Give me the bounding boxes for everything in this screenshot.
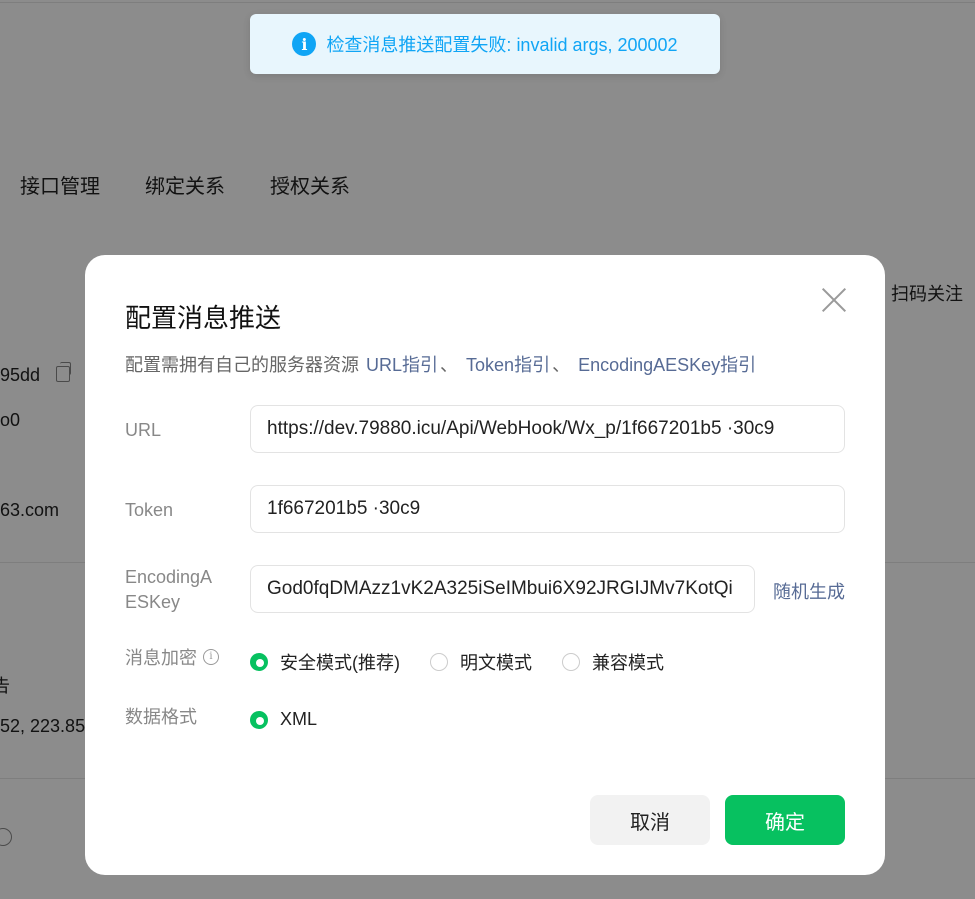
info-icon: i: [292, 32, 317, 56]
encryption-label-text: 消息加密: [125, 648, 197, 668]
radio-label: XML: [280, 709, 318, 729]
url-guide-link[interactable]: URL指引: [366, 355, 438, 375]
aes-key-input[interactable]: God0fqDMAzz1vK2A325iSeIMbui6X92JRGIJMv7K…: [250, 565, 755, 613]
encryption-radio-group: 安全模式(推荐) 明文模式 兼容模式: [250, 649, 694, 675]
dialog-title: 配置消息推送: [125, 303, 282, 333]
radio-unchecked-icon: [562, 653, 580, 671]
dialog-description: 配置需拥有自己的服务器资源 URL指引、 Token指引、 EncodingAESK…: [125, 351, 756, 377]
radio-xml[interactable]: XML: [250, 709, 317, 730]
radio-compatible-mode[interactable]: 兼容模式: [562, 649, 664, 675]
aes-key-guide-link[interactable]: EncodingAESKey指引: [578, 355, 756, 375]
radio-label: 明文模式: [460, 653, 532, 673]
radio-checked-icon: [250, 710, 268, 729]
toast-message: 检查消息推送配置失败: invalid args, 200002: [326, 35, 678, 55]
format-label: 数据格式: [125, 707, 197, 727]
aes-key-label: EncodingAESKey: [125, 567, 213, 612]
token-input[interactable]: 1f667201b5 ·30c9: [250, 485, 845, 533]
cancel-button[interactable]: 取消: [590, 795, 710, 845]
radio-label: 安全模式(推荐): [280, 653, 400, 673]
description-text: 配置需拥有自己的服务器资源: [125, 355, 359, 375]
token-label: Token: [125, 500, 174, 520]
radio-unchecked-icon: [430, 653, 448, 671]
token-guide-link[interactable]: Token指引: [466, 355, 550, 375]
separator: 、: [552, 355, 571, 375]
format-radio-group: XML: [250, 709, 347, 730]
radio-label: 兼容模式: [592, 653, 664, 673]
radio-checked-icon: [250, 653, 268, 671]
close-icon[interactable]: [821, 287, 847, 313]
confirm-button[interactable]: 确定: [725, 795, 845, 845]
random-generate-link[interactable]: 随机生成: [773, 578, 845, 604]
separator: 、: [440, 355, 459, 375]
error-toast: i 检查消息推送配置失败: invalid args, 200002: [250, 14, 720, 74]
url-label: URL: [125, 420, 162, 440]
info-icon[interactable]: i: [203, 649, 219, 666]
radio-safe-mode[interactable]: 安全模式(推荐): [250, 649, 400, 675]
url-input[interactable]: https://dev.79880.icu/Api/WebHook/Wx_p/1…: [250, 405, 845, 453]
radio-plain-mode[interactable]: 明文模式: [430, 649, 532, 675]
message-push-dialog: 配置消息推送 配置需拥有自己的服务器资源 URL指引、 Token指引、 Encod…: [85, 255, 885, 875]
encryption-label: 消息加密 i: [125, 646, 219, 671]
